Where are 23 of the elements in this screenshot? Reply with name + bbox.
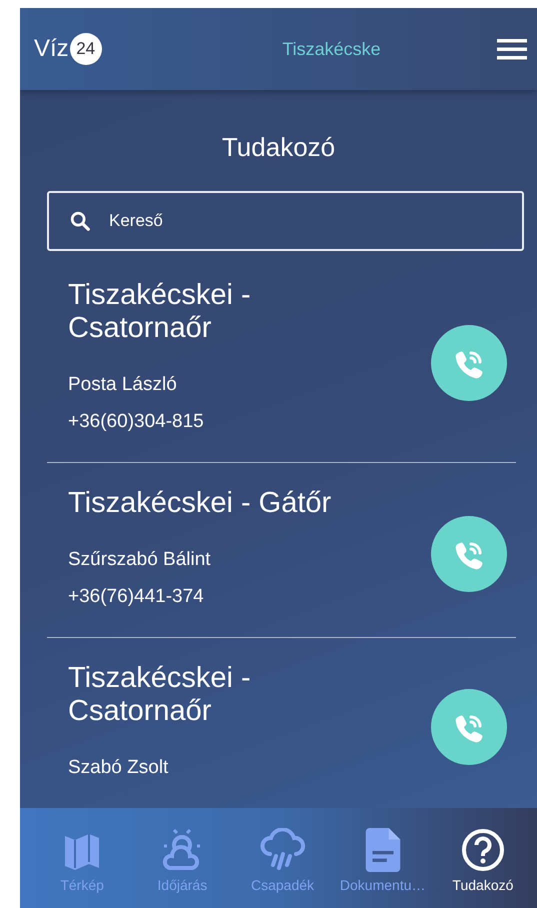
nav-tab[interactable]: Időjárás (132, 808, 232, 908)
contact-name: Posta László (68, 373, 178, 397)
contact-name: Szabó Zsolt (68, 756, 170, 780)
contact-title: Tiszakécskei - Csatornaőr (68, 279, 252, 345)
search-icon (69, 210, 91, 232)
contact-title: Tiszakécskei - Csatornaőr (68, 662, 252, 728)
nav-tab[interactable]: Dokumentu… (332, 808, 433, 908)
contact-title: Tiszakécskei - Gátőr (68, 487, 332, 520)
logo-text: Víz (34, 35, 69, 63)
location-title: Tiszakécske (281, 38, 382, 60)
logo-badge: 24 (70, 33, 102, 65)
contact-name: Szűrszabó Bálint (68, 548, 212, 572)
nav-tab[interactable]: Térkép (32, 808, 132, 908)
nav-tab[interactable]: Tudakozó (432, 808, 534, 908)
help-icon (460, 828, 505, 872)
contact-phone: +36(60)304-815 (68, 410, 205, 434)
contact-phone: +36(76)441-374 (68, 585, 205, 609)
nav-tab[interactable]: Csapadék (232, 808, 333, 908)
page-title: Tudakozó (220, 132, 336, 162)
document-icon (364, 828, 401, 872)
search-field[interactable]: Kereső (47, 191, 524, 251)
menu-icon[interactable] (497, 37, 527, 61)
rain-cloud-icon (258, 828, 308, 872)
